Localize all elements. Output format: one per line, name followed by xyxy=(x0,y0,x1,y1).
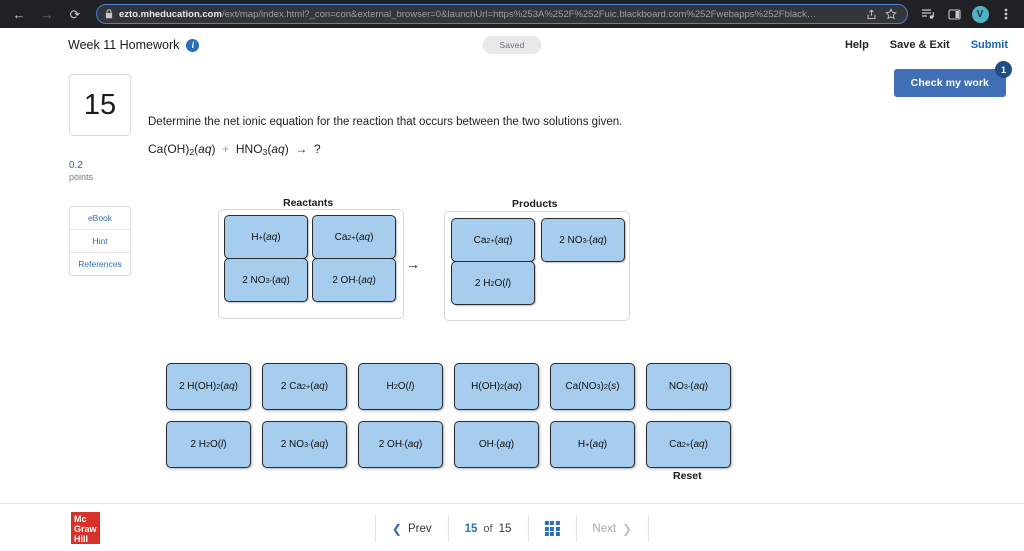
star-icon[interactable] xyxy=(883,6,899,22)
next-label: Next xyxy=(592,522,617,535)
bank-tile-0-1[interactable]: 2 Ca 2+(aq) xyxy=(262,363,347,410)
references-link[interactable]: References xyxy=(70,253,130,275)
question-prompt: Determine the net ionic equation for the… xyxy=(148,116,623,128)
bank-tile-1-2[interactable]: 2 OH -(aq) xyxy=(358,421,443,468)
mcgraw-hill-logo: Mc Graw Hill xyxy=(71,512,100,544)
app-header: Week 11 Homework i Saved Help Save & Exi… xyxy=(0,28,1024,62)
bank-tile-1-5[interactable]: Ca 2+(aq) xyxy=(646,421,731,468)
chevron-left-icon: ❮ xyxy=(391,521,402,536)
total-pages: 15 xyxy=(498,522,512,535)
url-text: ezto.mheducation.com/ext/map/index.html?… xyxy=(119,9,859,20)
address-bar[interactable]: ezto.mheducation.com/ext/map/index.html?… xyxy=(96,4,908,24)
check-my-work-container: Check my work 1 xyxy=(893,61,1012,97)
next-button[interactable]: Next ❯ xyxy=(576,515,650,542)
logo-line-1: Mc xyxy=(74,514,87,524)
url-domain: ezto.mheducation.com xyxy=(119,8,222,20)
bank-tile-0-0[interactable]: 2 H(OH) 2(aq) xyxy=(166,363,251,410)
current-page: 15 xyxy=(464,522,478,535)
browser-toolbar: ← → ⟳ ezto.mheducation.com/ext/map/index… xyxy=(0,0,1024,28)
grid-icon xyxy=(544,521,560,536)
lock-icon xyxy=(105,9,113,19)
reset-button[interactable]: Reset xyxy=(673,470,702,482)
submit-link[interactable]: Submit xyxy=(971,39,1008,51)
bank-tile-0-5[interactable]: NO 3-(aq) xyxy=(646,363,731,410)
question-rail: 15 0.2 points eBook Hint References xyxy=(69,74,131,276)
products-dropzone[interactable]: Ca 2+(aq) 2 NO 3-(aq) 2 H 2 O(l) xyxy=(444,211,630,321)
check-my-work-badge: 1 xyxy=(995,61,1012,78)
prev-button[interactable]: ❮ Prev xyxy=(374,515,449,542)
header-actions: Help Save & Exit Submit xyxy=(845,39,1008,51)
reactants-label: Reactants xyxy=(283,197,334,209)
bank-tile-0-2[interactable]: H 2 O(l) xyxy=(358,363,443,410)
url-path: /ext/map/index.html?_con=con&external_br… xyxy=(221,8,817,20)
chevron-right-icon: ❯ xyxy=(622,521,633,536)
logo-line-3: Hill xyxy=(74,534,89,544)
bank-tile-0-4[interactable]: Ca(NO 3) 2(s) xyxy=(550,363,635,410)
products-label: Products xyxy=(512,198,558,210)
back-icon[interactable]: ← xyxy=(8,3,30,25)
bank-tile-1-1[interactable]: 2 NO 3-(aq) xyxy=(262,421,347,468)
bank-tile-1-4[interactable]: H +(aq) xyxy=(550,421,635,468)
product-tile-1[interactable]: Ca 2+(aq) xyxy=(451,218,535,262)
answer-bank-row: 2 H(OH) 2(aq) 2 Ca 2+(aq) H 2 O(l) H(OH) 2(aq… xyxy=(166,363,731,410)
reaction-arrow: → xyxy=(406,256,420,272)
three-dots-menu-icon[interactable] xyxy=(996,4,1016,24)
bank-tile-1-3[interactable]: OH -(aq) xyxy=(454,421,539,468)
question-grid-button[interactable] xyxy=(528,515,577,542)
product-tile-2[interactable]: 2 NO 3-(aq) xyxy=(541,218,625,262)
reactant-tile-3[interactable]: 2 NO 3-(aq) xyxy=(224,258,308,302)
page-indicator: 15 of 15 xyxy=(449,515,529,542)
question-number: 15 xyxy=(69,74,131,136)
points-label: points xyxy=(69,172,94,182)
page-title: Week 11 Homework xyxy=(68,38,180,52)
reading-list-icon[interactable] xyxy=(918,4,938,24)
points-value: 0.2 xyxy=(69,160,83,171)
bank-tile-1-0[interactable]: 2 H 2 O(l) xyxy=(166,421,251,468)
reload-icon[interactable]: ⟳ xyxy=(64,3,86,25)
answer-bank: 2 H(OH) 2(aq) 2 Ca 2+(aq) H 2 O(l) H(OH) 2(aq… xyxy=(166,363,731,479)
forward-icon[interactable]: → xyxy=(36,3,58,25)
resource-links: eBook Hint References xyxy=(69,206,131,276)
pagination: ❮ Prev 15 of 15 Next ❯ xyxy=(374,515,650,542)
avatar[interactable]: V xyxy=(970,4,990,24)
avatar-initial: V xyxy=(971,5,989,23)
help-link[interactable]: Help xyxy=(845,39,869,51)
info-icon[interactable]: i xyxy=(186,38,200,52)
reactant-tile-2[interactable]: Ca 2+(aq) xyxy=(312,215,396,259)
save-and-exit-link[interactable]: Save & Exit xyxy=(890,39,950,51)
hint-link[interactable]: Hint xyxy=(70,230,130,253)
product-tile-3[interactable]: 2 H 2 O(l) xyxy=(451,261,535,305)
reactants-dropzone[interactable]: H +(aq) Ca 2+(aq) 2 NO 3-(aq) 2 OH -(aq) xyxy=(218,209,404,319)
logo-line-2: Graw xyxy=(74,524,97,534)
reactant-tile-1[interactable]: H +(aq) xyxy=(224,215,308,259)
of-label: of xyxy=(483,522,493,535)
status-badge: Saved xyxy=(482,36,542,54)
share-icon[interactable] xyxy=(863,6,879,22)
prev-label: Prev xyxy=(407,522,432,535)
bank-tile-0-3[interactable]: H(OH) 2(aq) xyxy=(454,363,539,410)
footer: Mc Graw Hill ❮ Prev 15 of 15 Next ❯ xyxy=(0,503,1024,551)
reactant-tile-4[interactable]: 2 OH -(aq) xyxy=(312,258,396,302)
side-panel-icon[interactable] xyxy=(944,4,964,24)
ebook-link[interactable]: eBook xyxy=(70,207,130,230)
check-my-work-button[interactable]: Check my work xyxy=(893,69,1006,97)
question-equation: Ca(OH)2(aq) + HNO3(aq) → ? xyxy=(148,142,321,158)
answer-bank-row: 2 H 2 O(l) 2 NO 3-(aq) 2 OH -(aq) OH -(aq) H +… xyxy=(166,421,731,468)
